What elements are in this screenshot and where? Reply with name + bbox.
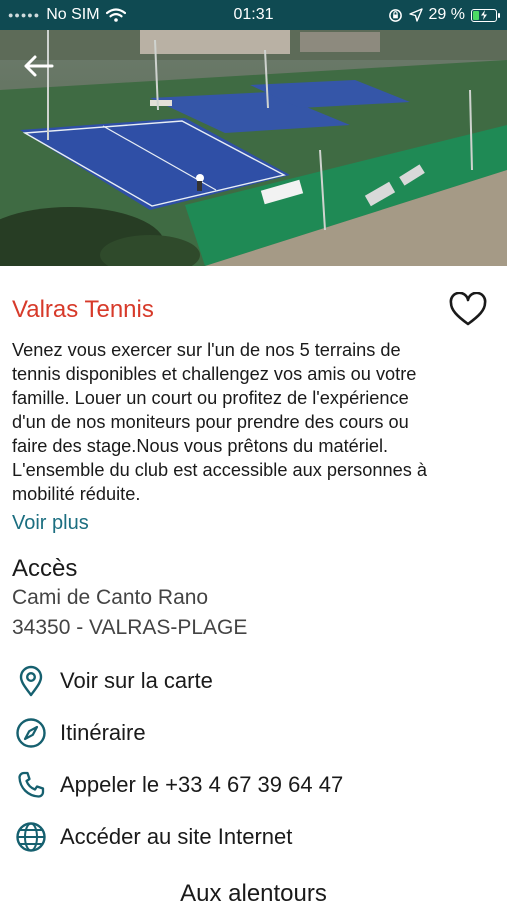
- orientation-lock-icon: [388, 8, 402, 22]
- battery-percent: 29 %: [428, 6, 465, 23]
- hero-photo: [0, 30, 507, 266]
- description-line: faire des stage.Nous vous prêtons du mat…: [12, 436, 389, 456]
- title-row: Valras Tennis: [12, 266, 496, 338]
- place-details: Valras Tennis Venez vous exercer sur l'u…: [12, 266, 496, 863]
- favorite-button[interactable]: [448, 291, 488, 328]
- see-more-link[interactable]: Voir plus: [12, 512, 496, 535]
- access-heading: Accès: [12, 555, 78, 582]
- view-on-map-label: Voir sur la carte: [60, 668, 213, 693]
- place-description: Venez vous exercer sur l'un de nos 5 ter…: [12, 338, 496, 506]
- description-line: d'un de nos moniteurs pour prendre des c…: [12, 412, 409, 432]
- description-line: Venez vous exercer sur l'un de nos 5 ter…: [12, 340, 401, 360]
- compass-icon: [14, 716, 48, 750]
- action-list: Voir sur la carte Itinéraire Appeler le …: [12, 655, 496, 863]
- globe-icon: [14, 820, 48, 854]
- description-line: tennis disponibles et challengez vos ami…: [12, 364, 417, 384]
- carrier-label: No SIM: [46, 6, 100, 23]
- phone-icon: [14, 768, 48, 802]
- website-button[interactable]: Accéder au site Internet: [12, 811, 496, 863]
- address-street: Cami de Canto Rano: [12, 586, 209, 609]
- back-arrow-icon: [24, 55, 54, 77]
- back-button[interactable]: [16, 48, 60, 84]
- call-button[interactable]: Appeler le +33 4 67 39 64 47: [12, 759, 496, 811]
- battery-charging-icon: [471, 8, 500, 22]
- signal-dots-icon: ●●●●●: [8, 10, 41, 20]
- call-label: Appeler le +33 4 67 39 64 47: [60, 772, 344, 797]
- address-city: 34350 - VALRAS-PLAGE: [12, 616, 248, 639]
- directions-label: Itinéraire: [60, 720, 146, 745]
- description-line: L'ensemble du club est accessible aux pe…: [12, 460, 427, 480]
- wifi-icon: [105, 8, 126, 22]
- location-arrow-icon: [408, 8, 423, 22]
- heart-outline-icon: [449, 291, 487, 326]
- description-line: famille. Louer un court ou profitez de l…: [12, 388, 409, 408]
- map-pin-icon: [14, 664, 48, 698]
- description-line: mobilité réduite.: [12, 484, 141, 504]
- place-title: Valras Tennis: [12, 296, 154, 323]
- website-label: Accéder au site Internet: [60, 824, 293, 849]
- status-bar: ●●●●● No SIM 01:31 29 %: [0, 0, 507, 30]
- nearby-heading: Aux alentours: [180, 880, 327, 907]
- view-on-map-button[interactable]: Voir sur la carte: [12, 655, 496, 707]
- directions-button[interactable]: Itinéraire: [12, 707, 496, 759]
